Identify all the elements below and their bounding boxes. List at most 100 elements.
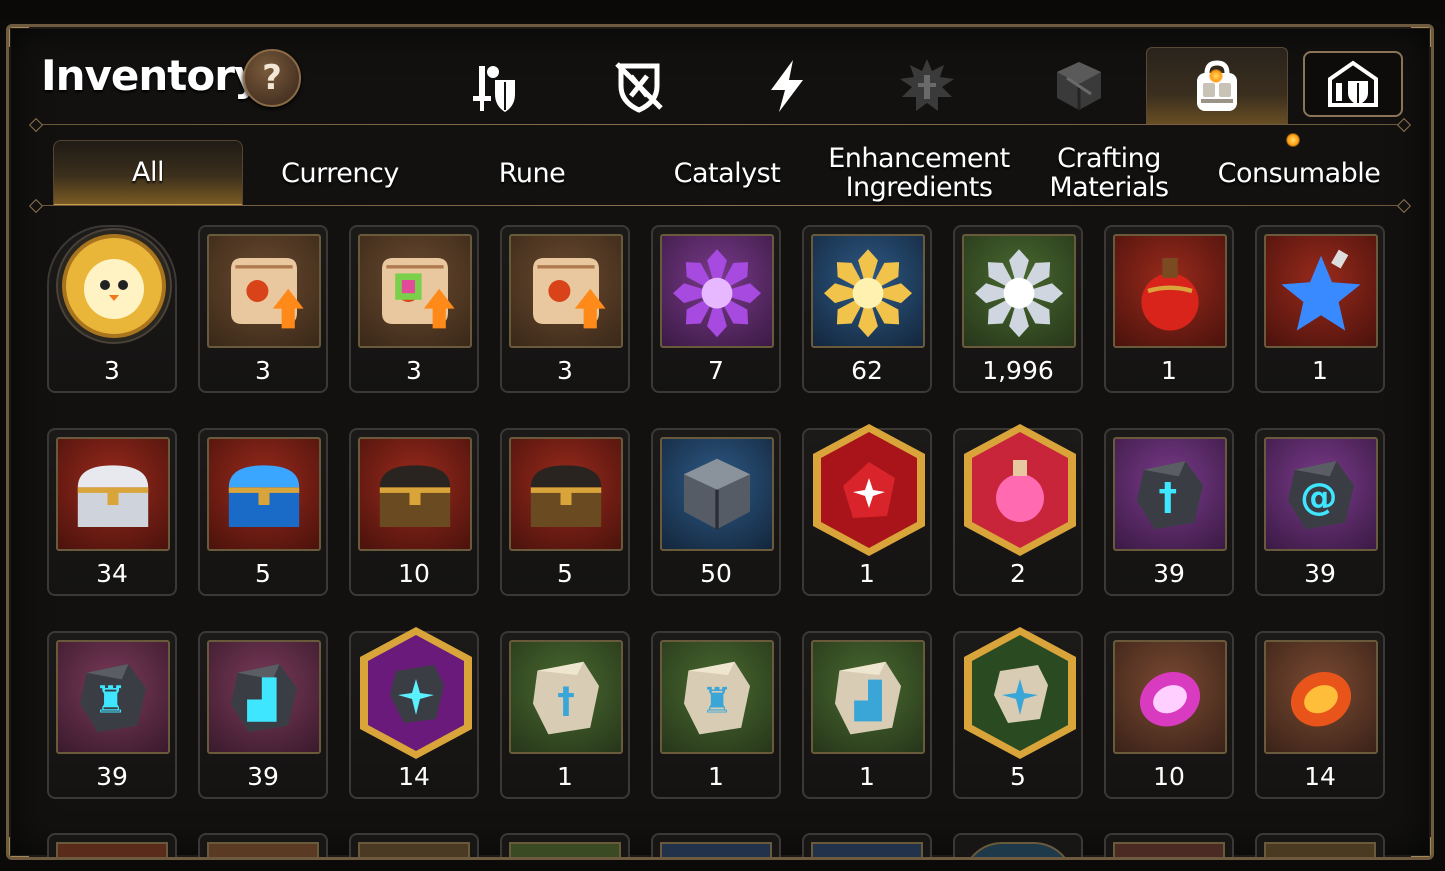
frame-corner xyxy=(9,27,29,47)
inventory-slot[interactable]: 50 xyxy=(651,428,781,596)
silver-crystal-flower-item-icon xyxy=(962,234,1076,348)
item-quantity: 2 xyxy=(1010,559,1026,588)
inventory-slot[interactable]: ♜ 1 xyxy=(651,631,781,799)
inventory-slot[interactable]: @39 xyxy=(1255,428,1385,596)
tab-consumable[interactable]: Consumable xyxy=(1199,140,1399,206)
notification-dot xyxy=(1209,69,1223,83)
inventory-slot[interactable]: ▟ 39 xyxy=(198,631,328,799)
boot-rune-stone-item-icon: ▟ xyxy=(207,640,321,754)
item-quantity: 39 xyxy=(1153,559,1185,588)
svg-text:♜: ♜ xyxy=(94,677,128,721)
category-button-equipment[interactable] xyxy=(445,51,545,121)
svg-text:▟: ▟ xyxy=(246,676,277,722)
scroll-upgrade-item-icon xyxy=(207,234,321,348)
armor-tablet-item-icon: ♜ xyxy=(660,640,774,754)
tab-all[interactable]: All xyxy=(53,140,243,206)
orange-gem-item-icon xyxy=(1264,640,1378,754)
frame-corner xyxy=(1411,837,1431,857)
inventory-slot[interactable]: 10 xyxy=(1104,631,1234,799)
inventory-slot[interactable]: 3 xyxy=(500,225,630,393)
svg-text:@: @ xyxy=(1300,474,1337,518)
inventory-slot-partial[interactable] xyxy=(500,833,630,857)
item-quantity: 5 xyxy=(557,559,573,588)
inventory-slot[interactable]: 5 xyxy=(953,627,1083,799)
divider xyxy=(37,205,1403,206)
inventory-slot-partial[interactable] xyxy=(953,833,1083,857)
star-rune-hex-item-icon xyxy=(354,623,478,763)
cube-icon xyxy=(1057,62,1101,110)
inventory-slot[interactable]: 1 xyxy=(1104,225,1234,393)
category-button-backpack[interactable] xyxy=(1146,47,1288,125)
inventory-slot[interactable]: 5 xyxy=(500,428,630,596)
gold-crystal-flower-item-icon xyxy=(811,234,925,348)
item-quantity: 3 xyxy=(557,356,573,385)
item-quantity: 1 xyxy=(1312,356,1328,385)
inventory-slot[interactable]: 62 xyxy=(802,225,932,393)
category-button-storage[interactable] xyxy=(1303,51,1403,117)
category-button-emblem[interactable] xyxy=(877,51,977,121)
inventory-slot[interactable]: 34 xyxy=(47,428,177,596)
tab-rune[interactable]: Rune xyxy=(437,140,627,206)
red-potion-item-icon xyxy=(1113,234,1227,348)
tab-crafting-materials[interactable]: Crafting Materials xyxy=(1019,140,1199,206)
inventory-slot[interactable]: 1 xyxy=(802,424,932,596)
inventory-slot[interactable]: 3 xyxy=(198,225,328,393)
item-quantity: 7 xyxy=(708,356,724,385)
item-quantity: 1,996 xyxy=(982,356,1054,385)
item-quantity: 34 xyxy=(96,559,128,588)
sword-rune-stone-item-icon: † xyxy=(1113,437,1227,551)
sword-tablet-item-icon: † xyxy=(509,640,623,754)
inventory-slot[interactable]: 14 xyxy=(349,627,479,799)
tab-currency[interactable]: Currency xyxy=(245,140,435,206)
notification-dot xyxy=(1286,133,1300,147)
item-quantity: 3 xyxy=(104,356,120,385)
spiky-emblem-icon xyxy=(900,59,954,111)
item-quantity: 1 xyxy=(859,559,875,588)
inventory-slot[interactable]: † 39 xyxy=(1104,428,1234,596)
tab-enhancement-ingredients[interactable]: Enhancement Ingredients xyxy=(821,140,1017,206)
item-quantity: 1 xyxy=(859,762,875,791)
item-quantity: 39 xyxy=(96,762,128,791)
inventory-slot[interactable]: ▟ 1 xyxy=(802,631,932,799)
inventory-slot-partial[interactable] xyxy=(802,833,932,857)
inventory-slot[interactable]: 7 xyxy=(651,225,781,393)
inventory-slot-partial[interactable] xyxy=(198,833,328,857)
inventory-slot[interactable]: 5 xyxy=(198,428,328,596)
item-quantity: 62 xyxy=(851,356,883,385)
divider xyxy=(37,124,1403,125)
item-quantity: 14 xyxy=(398,762,430,791)
category-button-lightning[interactable] xyxy=(737,51,837,121)
equipment-icon xyxy=(473,66,515,112)
svg-text:†: † xyxy=(1158,474,1177,518)
blue-star-potion-item-icon xyxy=(1264,234,1378,348)
inventory-slot[interactable]: 1 xyxy=(1255,225,1385,393)
inventory-slot[interactable]: 10 xyxy=(349,428,479,596)
category-bar xyxy=(9,47,1431,125)
star-tablet-hex-item-icon xyxy=(958,623,1082,763)
inventory-slot[interactable]: 2 xyxy=(953,424,1083,596)
item-quantity: 3 xyxy=(255,356,271,385)
inventory-slot-partial[interactable] xyxy=(47,833,177,857)
inventory-slot[interactable]: 3 xyxy=(349,225,479,393)
item-quantity: 50 xyxy=(700,559,732,588)
lightning-icon xyxy=(771,60,803,112)
item-quantity: 5 xyxy=(1010,762,1026,791)
inventory-slot-partial[interactable] xyxy=(1104,833,1234,857)
category-button-cube[interactable] xyxy=(1029,51,1129,121)
frame-corner xyxy=(1411,27,1431,47)
inventory-slot-partial[interactable] xyxy=(349,833,479,857)
inventory-slot[interactable]: † 1 xyxy=(500,631,630,799)
red-stone-hex-item-icon xyxy=(807,420,931,560)
inventory-slot[interactable]: ♜ 39 xyxy=(47,631,177,799)
pink-potion-hex-item-icon xyxy=(958,420,1082,560)
armor-rune-stone-item-icon: ♜ xyxy=(56,640,170,754)
inventory-slot-partial[interactable] xyxy=(651,833,781,857)
item-quantity: 5 xyxy=(255,559,271,588)
inventory-slot-partial[interactable] xyxy=(1255,833,1385,857)
tab-catalyst[interactable]: Catalyst xyxy=(629,140,825,206)
inventory-slot[interactable]: 14 xyxy=(1255,631,1385,799)
inventory-slot[interactable]: 1,996 xyxy=(953,225,1083,393)
inventory-slot[interactable]: 3 xyxy=(47,225,177,393)
gold-chest-item-icon xyxy=(509,437,623,551)
category-button-no-defense[interactable] xyxy=(589,51,689,121)
